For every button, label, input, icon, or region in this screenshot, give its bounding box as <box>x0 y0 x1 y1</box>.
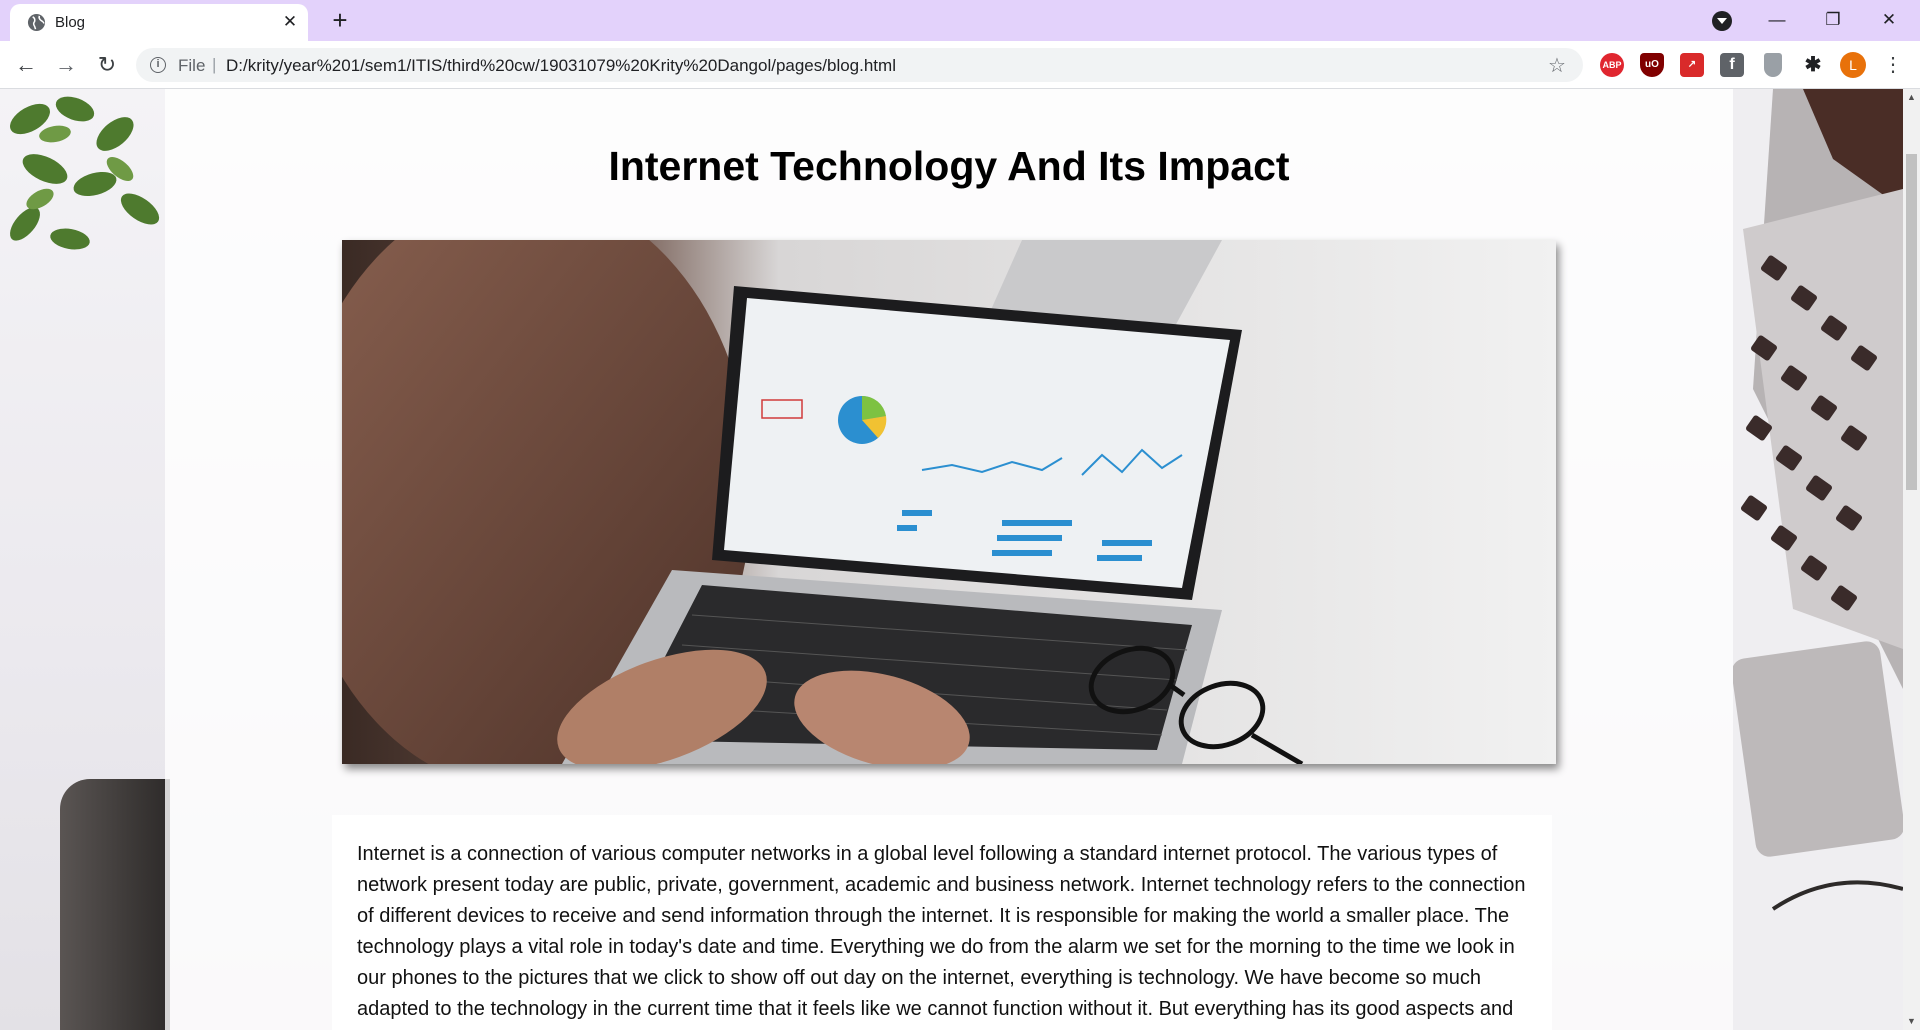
new-tab-button[interactable]: + <box>326 6 354 34</box>
scroll-thumb[interactable] <box>1906 154 1917 490</box>
tab-close-icon[interactable]: ✕ <box>280 12 300 32</box>
adblock-plus-icon[interactable]: ABP <box>1600 53 1624 77</box>
shield-extension-icon[interactable] <box>1764 53 1782 77</box>
red-extension-icon[interactable]: ↗ <box>1680 53 1704 77</box>
laptop-keyboard-decoration <box>1733 89 1903 1030</box>
globe-icon <box>27 13 46 32</box>
tab-strip: Blog ✕ + — ❐ ✕ <box>0 0 1920 41</box>
back-button[interactable]: ← <box>10 49 42 81</box>
browser-toolbar: ← → ↻ i File | D:/krity/year%201/sem1/IT… <box>0 41 1920 89</box>
scroll-down-arrow-icon[interactable]: ▼ <box>1903 1013 1920 1030</box>
laptop-edge-decoration <box>60 779 170 1030</box>
page-scrollbar[interactable]: ▲ ▼ <box>1903 89 1920 1030</box>
plant-decoration <box>10 96 160 250</box>
forward-button[interactable]: → <box>50 49 82 81</box>
f-extension-icon[interactable]: f <box>1720 53 1744 77</box>
article-body: Internet is a connection of various comp… <box>332 815 1552 1030</box>
profile-avatar[interactable]: L <box>1840 52 1866 78</box>
tab-search-icon[interactable] <box>1712 11 1732 31</box>
scroll-up-arrow-icon[interactable]: ▲ <box>1903 89 1920 106</box>
tab-title: Blog <box>55 14 86 31</box>
address-bar[interactable]: i File | D:/krity/year%201/sem1/ITIS/thi… <box>136 48 1583 82</box>
ublock-icon[interactable]: uO <box>1640 53 1664 77</box>
page-viewport: Internet Technology And Its Impact Inter… <box>0 89 1903 1030</box>
site-info-icon[interactable]: i <box>150 57 166 73</box>
hero-image <box>342 240 1556 764</box>
tab-blog[interactable]: Blog ✕ <box>10 4 308 41</box>
extensions-puzzle-icon[interactable]: ✱ <box>1801 53 1825 77</box>
blog-content: Internet Technology And Its Impact Inter… <box>165 89 1733 1030</box>
restore-button[interactable]: ❐ <box>1810 3 1856 37</box>
url-scheme-label: File <box>178 56 206 75</box>
bookmark-star-icon[interactable]: ☆ <box>1548 53 1566 78</box>
close-window-button[interactable]: ✕ <box>1866 3 1912 37</box>
article-paragraph: Internet is a connection of various comp… <box>357 843 1526 1020</box>
url-separator: | <box>212 55 217 74</box>
minimize-button[interactable]: — <box>1754 3 1800 37</box>
page-title: Internet Technology And Its Impact <box>608 143 1290 189</box>
reload-button[interactable]: ↻ <box>91 49 123 81</box>
url-text[interactable]: D:/krity/year%201/sem1/ITIS/third%20cw/1… <box>226 56 896 76</box>
browser-menu-icon[interactable]: ⋮ <box>1880 50 1906 80</box>
